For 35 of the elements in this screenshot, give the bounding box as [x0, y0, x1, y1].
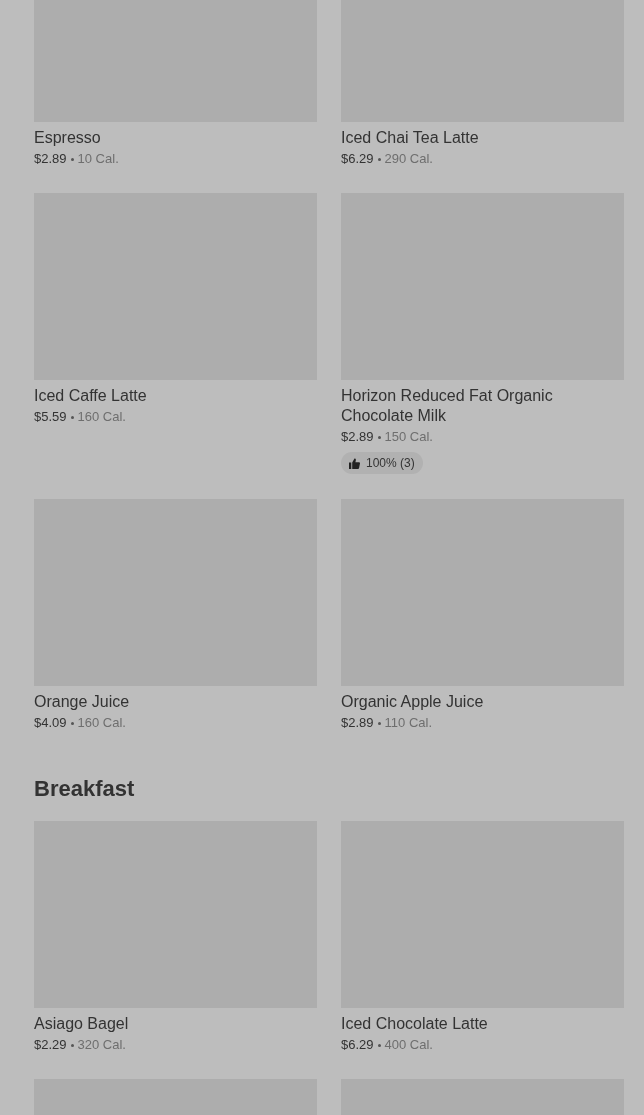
item-calories: 400 Cal.	[384, 1036, 433, 1054]
separator-dot	[377, 157, 381, 161]
item-price: $2.29	[34, 1036, 67, 1054]
separator-dot	[377, 721, 381, 725]
separator-dot	[70, 157, 74, 161]
item-price: $6.29	[341, 150, 374, 168]
item-name[interactable]: Iced Chai Tea Latte	[341, 122, 624, 148]
rating-badge: 100% (3)	[341, 452, 423, 474]
item-name[interactable]: Organic Apple Juice	[341, 686, 624, 712]
item-calories: 160 Cal.	[77, 408, 126, 426]
item-calories: 320 Cal.	[77, 1036, 126, 1054]
item-calories: 160 Cal.	[77, 714, 126, 732]
separator-dot	[70, 721, 74, 725]
item-name[interactable]: Asiago Bagel	[34, 1008, 317, 1034]
item-name[interactable]: Espresso	[34, 122, 317, 148]
item-calories: 290 Cal.	[384, 150, 433, 168]
separator-dot	[70, 415, 74, 419]
item-price: $2.89	[341, 428, 374, 446]
thumbs-up-icon	[349, 457, 360, 469]
separator-dot	[377, 435, 381, 439]
item-calories: 110 Cal.	[384, 714, 432, 732]
item-price: $4.09	[34, 714, 67, 732]
item-calories: 150 Cal.	[384, 428, 433, 446]
item-name[interactable]: Orange Juice	[34, 686, 317, 712]
item-calories: 10 Cal.	[77, 150, 119, 168]
item-price: $6.29	[341, 1036, 374, 1054]
item-name[interactable]: Iced Chocolate Latte	[341, 1008, 624, 1034]
item-price: $5.59	[34, 408, 67, 426]
item-price: $2.89	[34, 150, 67, 168]
separator-dot	[70, 1043, 74, 1047]
section-heading: Breakfast	[34, 775, 136, 803]
item-price: $2.89	[341, 714, 374, 732]
separator-dot	[377, 1043, 381, 1047]
item-name[interactable]: Horizon Reduced Fat Organic Chocolate Milk	[341, 380, 624, 426]
item-name[interactable]: Iced Caffe Latte	[34, 380, 317, 406]
